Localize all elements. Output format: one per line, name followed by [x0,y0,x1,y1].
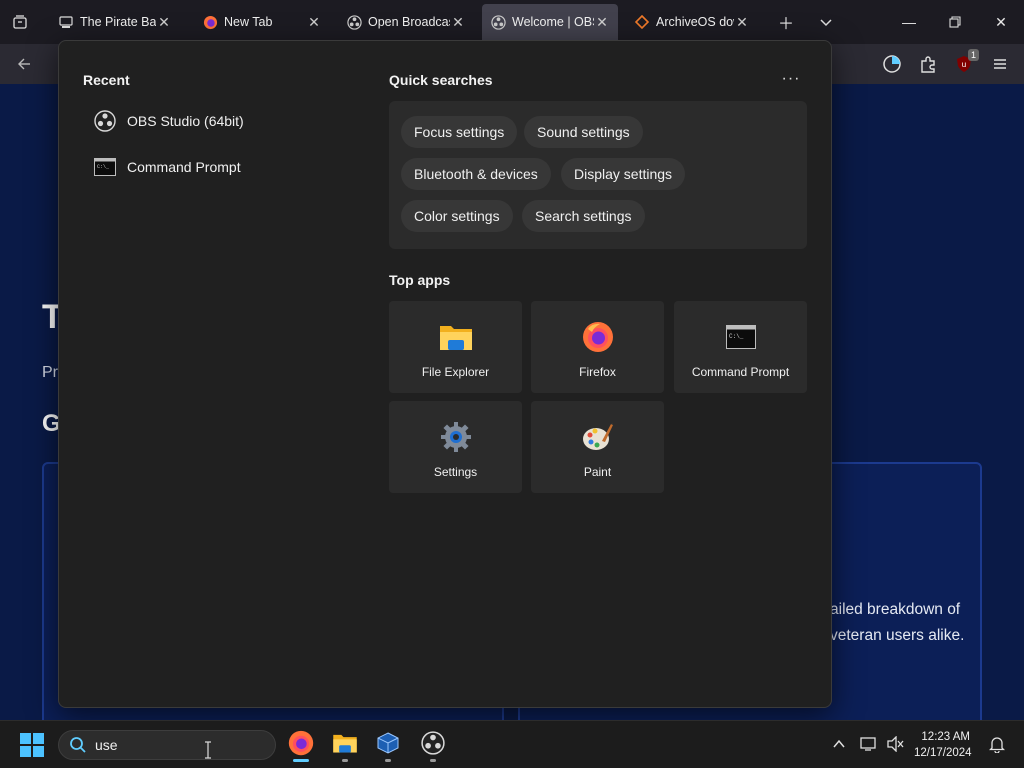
search-input[interactable] [95,737,245,753]
tab-title: Open Broadcast [368,15,450,29]
quick-search-focus-settings[interactable]: Focus settings [401,116,518,148]
app-tile-label: Settings [433,465,478,479]
quick-search-sound-settings[interactable]: Sound settings [524,116,643,148]
clock-time: 12:23 AM [921,731,970,743]
tab-open-broadcast[interactable]: Open Broadcast ✕ [338,4,474,40]
quick-searches-title: Quick searches [389,72,493,88]
top-app-command-prompt[interactable]: C:\_ Command Prompt [674,301,807,393]
tab-list-icon[interactable] [8,10,32,34]
tab-archiveos[interactable]: ArchiveOS down ✕ [626,4,758,40]
obs-icon [490,14,506,30]
more-options-icon[interactable]: ··· [779,67,803,91]
close-tab-icon[interactable]: ✕ [306,14,322,30]
taskbar-app-firefox[interactable] [283,727,319,763]
close-tab-icon[interactable]: ✕ [156,14,172,30]
firefox-icon [580,319,616,355]
text-cursor-ibeam-icon [203,741,213,759]
app-tile-label: Command Prompt [691,365,790,379]
network-display-icon[interactable] [858,733,880,755]
top-app-file-explorer[interactable]: File Explorer [389,301,522,393]
file-explorer-icon [438,319,474,355]
running-indicator [385,759,391,762]
tracking-protection-icon[interactable] [880,52,904,76]
running-indicator [342,759,348,762]
running-indicator [430,759,436,762]
top-app-settings[interactable]: Settings [389,401,522,493]
card-text-line: veteran users alike. [830,627,965,644]
ublock-origin-icon[interactable]: u 1 [952,49,979,76]
volume-muted-icon[interactable] [884,733,906,755]
quick-searches-panel: Focus settings Sound settings Bluetooth … [389,101,807,249]
back-arrow-icon[interactable] [12,52,36,76]
command-prompt-icon: C:\_ [723,319,759,355]
quick-search-bluetooth-devices[interactable]: Bluetooth & devices [401,158,551,190]
extension-badge: 1 [967,49,979,61]
firefox-icon [202,14,218,30]
svg-text:u: u [962,60,966,69]
tab-title: New Tab [224,15,273,29]
obs-icon [421,730,445,760]
windows-start-icon[interactable] [20,733,44,757]
tab-welcome-obs[interactable]: Welcome | OBS ✕ [482,4,618,40]
list-all-tabs-chevron-icon[interactable] [814,10,838,34]
firefox-icon [288,730,314,761]
restore-window-icon[interactable] [932,0,978,44]
file-explorer-icon [332,732,358,759]
app-tile-label: Firefox [579,365,616,379]
recent-section-title: Recent [83,72,130,88]
tab-title: Welcome | OBS [512,15,594,29]
quick-search-color-settings[interactable]: Color settings [401,200,513,232]
recent-item-obs-studio[interactable]: OBS Studio (64bit) [83,101,363,141]
close-tab-icon[interactable]: ✕ [594,14,610,30]
paint-icon [580,419,616,455]
clock-date: 12/17/2024 [914,747,972,759]
show-hidden-icons-chevron-icon[interactable] [828,733,850,755]
running-indicator [293,759,309,762]
quick-search-search-settings[interactable]: Search settings [522,200,645,232]
card-text-line: ailed breakdown of [830,601,961,618]
tab-title: The Pirate Bay - [80,15,156,29]
recent-item-command-prompt[interactable]: C:\_ Command Prompt [83,147,363,187]
tab-pirate-bay[interactable]: The Pirate Bay - ✕ [50,4,180,40]
virtualbox-cube-icon [376,731,400,760]
tab-new-tab[interactable]: New Tab ✕ [194,4,330,40]
obs-icon [93,109,117,133]
settings-gear-icon [438,419,474,455]
top-app-paint[interactable]: Paint [531,401,664,493]
close-tab-icon[interactable]: ✕ [734,14,750,30]
archiveos-icon [634,14,650,30]
taskbar-app-file-explorer[interactable] [327,727,363,763]
notification-bell-icon[interactable] [986,733,1008,755]
recent-item-label: Command Prompt [127,159,241,175]
new-tab-plus-icon[interactable]: ＋ [774,10,798,34]
search-icon [70,737,86,753]
recent-item-label: OBS Studio (64bit) [127,113,244,129]
system-clock[interactable]: 12:23 AM 12/17/2024 [914,729,972,761]
quick-search-display-settings[interactable]: Display settings [561,158,686,190]
top-app-firefox[interactable]: Firefox [531,301,664,393]
minimize-window-icon[interactable]: — [886,0,932,44]
page-subtitle-fragment: Pr [42,364,58,381]
close-tab-icon[interactable]: ✕ [450,14,466,30]
obs-icon [346,14,362,30]
browser-tab-bar: The Pirate Bay - ✕ New Tab ✕ Open Broadc… [0,0,1024,44]
search-flyout: Recent OBS Studio (64bit) C:\_ Command P… [58,40,832,708]
svg-text:C:\_: C:\_ [729,333,744,340]
hamburger-menu-icon[interactable] [988,52,1012,76]
top-apps-title: Top apps [389,272,451,288]
app-tile-label: File Explorer [421,365,490,379]
taskbar-search-box[interactable] [58,730,276,760]
command-prompt-icon: C:\_ [93,155,117,179]
pirate-bay-icon [58,14,74,30]
svg-text:C:\_: C:\_ [97,164,110,170]
close-window-icon[interactable]: ✕ [978,0,1024,44]
taskbar-app-obs[interactable] [415,727,451,763]
app-tile-label: Paint [583,465,612,479]
tab-title: ArchiveOS down [656,15,734,29]
taskbar: 12:23 AM 12/17/2024 [0,720,1024,768]
taskbar-app-virtualbox[interactable] [370,727,406,763]
extensions-puzzle-icon[interactable] [916,52,940,76]
